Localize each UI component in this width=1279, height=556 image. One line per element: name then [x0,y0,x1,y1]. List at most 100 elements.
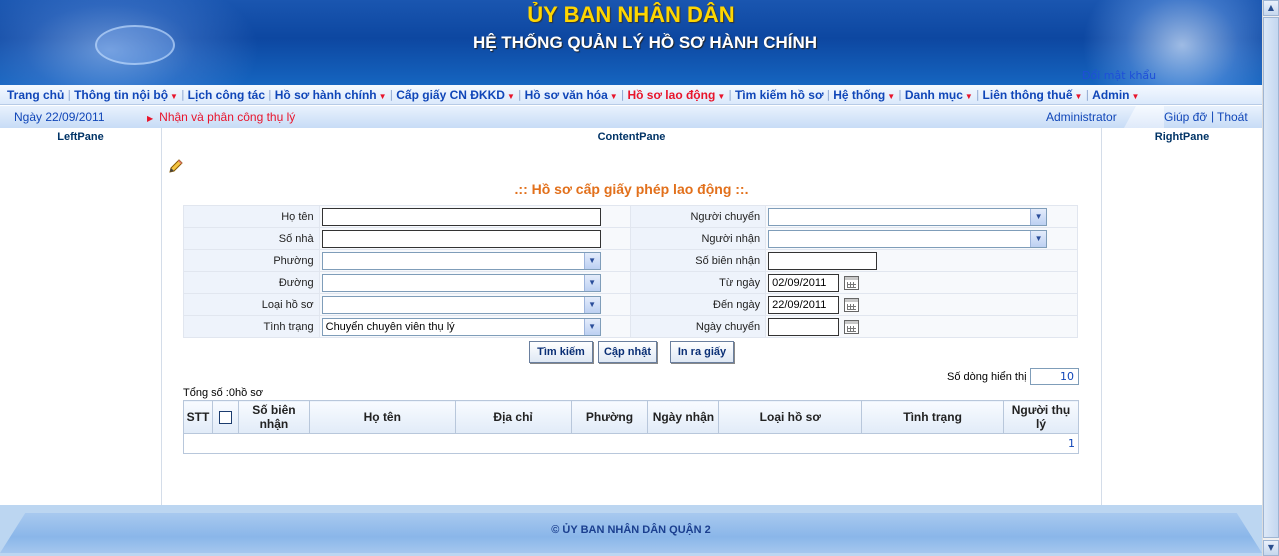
vertical-scrollbar[interactable]: ▲ ▼ [1262,0,1279,556]
page: ỦY BAN NHÂN DÂN HỆ THỐNG QUẢN LÝ HỒ SƠ H… [0,0,1262,556]
help-link[interactable]: Giúp đỡ [1164,110,1207,124]
dropdown-arrow-icon: ▼ [1131,91,1140,101]
loai-ho-so-select[interactable]: ▼ [321,295,601,314]
breadcrumb[interactable]: ▶ Nhận và phân công thụ lý [147,110,295,124]
pager-row: 1 [183,433,1079,454]
logout-link[interactable]: Thoát [1217,110,1248,124]
current-user: Administrator [1046,110,1117,124]
chevron-down-icon[interactable]: ▼ [583,296,600,313]
den-ngay-input[interactable]: 22/09/2011 [768,295,840,314]
ho-ten-input[interactable] [321,207,601,226]
column-header-dia-chi[interactable]: Địa chỉ [454,400,572,434]
nguoi-chuyen-label: Người chuyển [629,205,767,228]
scroll-thumb[interactable] [1263,17,1279,538]
left-pane-title: LeftPane [57,131,104,143]
rows-per-page-label: Số dòng hiển thị [947,371,1027,383]
breadcrumb-label: Nhận và phân công thụ lý [159,110,296,124]
tu-ngay-input[interactable]: 02/09/2011 [768,273,840,292]
calendar-icon[interactable] [844,319,860,334]
page-link[interactable]: 1 [1068,437,1075,450]
header-subtitle: HỆ THỐNG QUẢN LÝ HỒ SƠ HÀNH CHÍNH [472,33,818,52]
menu-item-he-thong[interactable]: Hệ thống ▼ [830,88,898,102]
right-pane: RightPane [1101,128,1262,505]
menu-item-admin[interactable]: Admin ▼ [1089,88,1142,102]
column-header-loai-ho-so[interactable]: Loại hồ sơ [718,400,863,434]
ngay-chuyen-label: Ngày chuyển [629,315,767,338]
content-pane: ContentPane .:: Hồ sơ cấp giấy phép lao … [162,128,1101,505]
dropdown-arrow-icon: ▼ [506,91,515,101]
duong-select[interactable]: ▼ [321,273,601,292]
tinh-trang-label: Tình trạng [183,315,320,338]
menu-item-lien-thong-thue[interactable]: Liên thông thuế ▼ [980,88,1086,102]
left-pane: LeftPane [0,128,162,505]
menu-item-ho-so-hanh-chinh[interactable]: Hồ sơ hành chính ▼ [272,88,390,102]
nguoi-nhan-label: Người nhận [629,227,767,250]
menu-item-ho-so-van-hoa[interactable]: Hồ sơ văn hóa ▼ [522,88,621,102]
menu-item-lich-cong-tac[interactable]: Lịch công tác [185,88,268,102]
calendar-icon[interactable] [844,275,860,290]
tu-ngay-label: Từ ngày [629,271,767,294]
menu-item-thong-tin-noi-bo[interactable]: Thông tin nội bộ ▼ [71,88,181,102]
column-header-stt[interactable]: STT [183,400,213,434]
loai-ho-so-label: Loại hồ sơ [183,293,320,316]
ngay-chuyen-input[interactable] [768,317,840,336]
dropdown-arrow-icon: ▼ [964,91,973,101]
dropdown-arrow-icon: ▼ [170,91,178,101]
nguoi-chuyen-select[interactable]: ▼ [768,207,1048,226]
table-header-row: STT Số biên nhận Họ tên Địa chỉ Phường N… [183,400,1080,434]
infobar-tab-decoration [1124,106,1164,128]
select-all-checkbox[interactable] [218,411,232,425]
column-header-phuong[interactable]: Phường [570,400,649,434]
arrow-right-icon: ▶ [147,114,154,123]
nguoi-nhan-select[interactable]: ▼ [768,229,1048,248]
den-ngay-label: Đến ngày [629,293,767,316]
dropdown-arrow-icon: ▼ [717,91,726,101]
column-header-so-bien-nhan[interactable]: Số biên nhận [237,400,310,434]
chevron-down-icon[interactable]: ▼ [583,252,600,269]
dropdown-arrow-icon: ▼ [609,91,618,101]
results-table: STT Số biên nhận Họ tên Địa chỉ Phường N… [183,400,1080,454]
calendar-icon[interactable] [844,297,860,312]
ho-ten-label: Họ tên [183,205,320,228]
dropdown-arrow-icon: ▼ [887,91,896,101]
menu-item-cap-giay-cn-dkkd[interactable]: Cấp giấy CN ĐKKD ▼ [393,88,518,102]
print-button[interactable]: In ra giấy [670,341,734,363]
menu-item-trang-chu[interactable]: Trang chủ [4,88,67,102]
so-bien-nhan-input[interactable] [768,251,878,270]
form-title: .:: Hồ sơ cấp giấy phép lao động ::. [514,181,749,197]
chevron-down-icon[interactable]: ▼ [1030,230,1047,247]
link-separator: | [1211,109,1215,123]
pencil-icon[interactable] [168,158,184,174]
header-title: ỦY BAN NHÂN DÂN [527,2,735,27]
column-header-select[interactable] [211,400,239,434]
tinh-trang-select[interactable]: Chuyển chuyên viên thụ lý ▼ [321,317,601,336]
current-date: Ngày 22/09/2011 [14,110,105,124]
scroll-down-icon[interactable]: ▼ [1263,540,1279,556]
change-password-link[interactable]: Đổi mật khẩu [1082,69,1156,82]
dropdown-arrow-icon: ▼ [1074,91,1083,101]
total-count: Tổng số :0hồ sơ [183,387,263,399]
header-banner: ỦY BAN NHÂN DÂN HỆ THỐNG QUẢN LÝ HỒ SƠ H… [0,0,1262,85]
phuong-label: Phường [183,249,320,272]
right-pane-title: RightPane [1154,131,1210,143]
chevron-down-icon[interactable]: ▼ [583,274,600,291]
chevron-down-icon[interactable]: ▼ [1030,208,1047,225]
dropdown-arrow-icon: ▼ [378,91,387,101]
column-header-ngay-nhan[interactable]: Ngày nhận [647,400,720,434]
menu-item-tim-kiem-ho-so[interactable]: Tìm kiếm hồ sơ [732,88,827,102]
scroll-up-icon[interactable]: ▲ [1263,0,1279,16]
menu-item-danh-muc[interactable]: Danh mục ▼ [902,88,976,102]
column-header-nguoi-thu-ly[interactable]: Người thụ lý [1002,400,1080,434]
rows-per-page-input[interactable]: 10 [1030,368,1079,385]
chevron-down-icon[interactable]: ▼ [583,318,600,335]
so-nha-input[interactable] [321,229,601,248]
so-bien-nhan-label: Số biên nhận [629,249,767,272]
search-button[interactable]: Tìm kiếm [529,341,593,363]
footer: © ỦY BAN NHÂN DÂN QUẬN 2 [0,505,1262,556]
column-header-tinh-trang[interactable]: Tình trạng [861,400,1004,434]
update-button[interactable]: Cập nhật [598,341,657,363]
column-header-ho-ten[interactable]: Họ tên [308,400,456,434]
copyright: © ỦY BAN NHÂN DÂN QUẬN 2 [551,524,711,536]
menu-item-ho-so-lao-dong[interactable]: Hồ sơ lao động ▼ [624,88,728,102]
phuong-select[interactable]: ▼ [321,251,601,270]
